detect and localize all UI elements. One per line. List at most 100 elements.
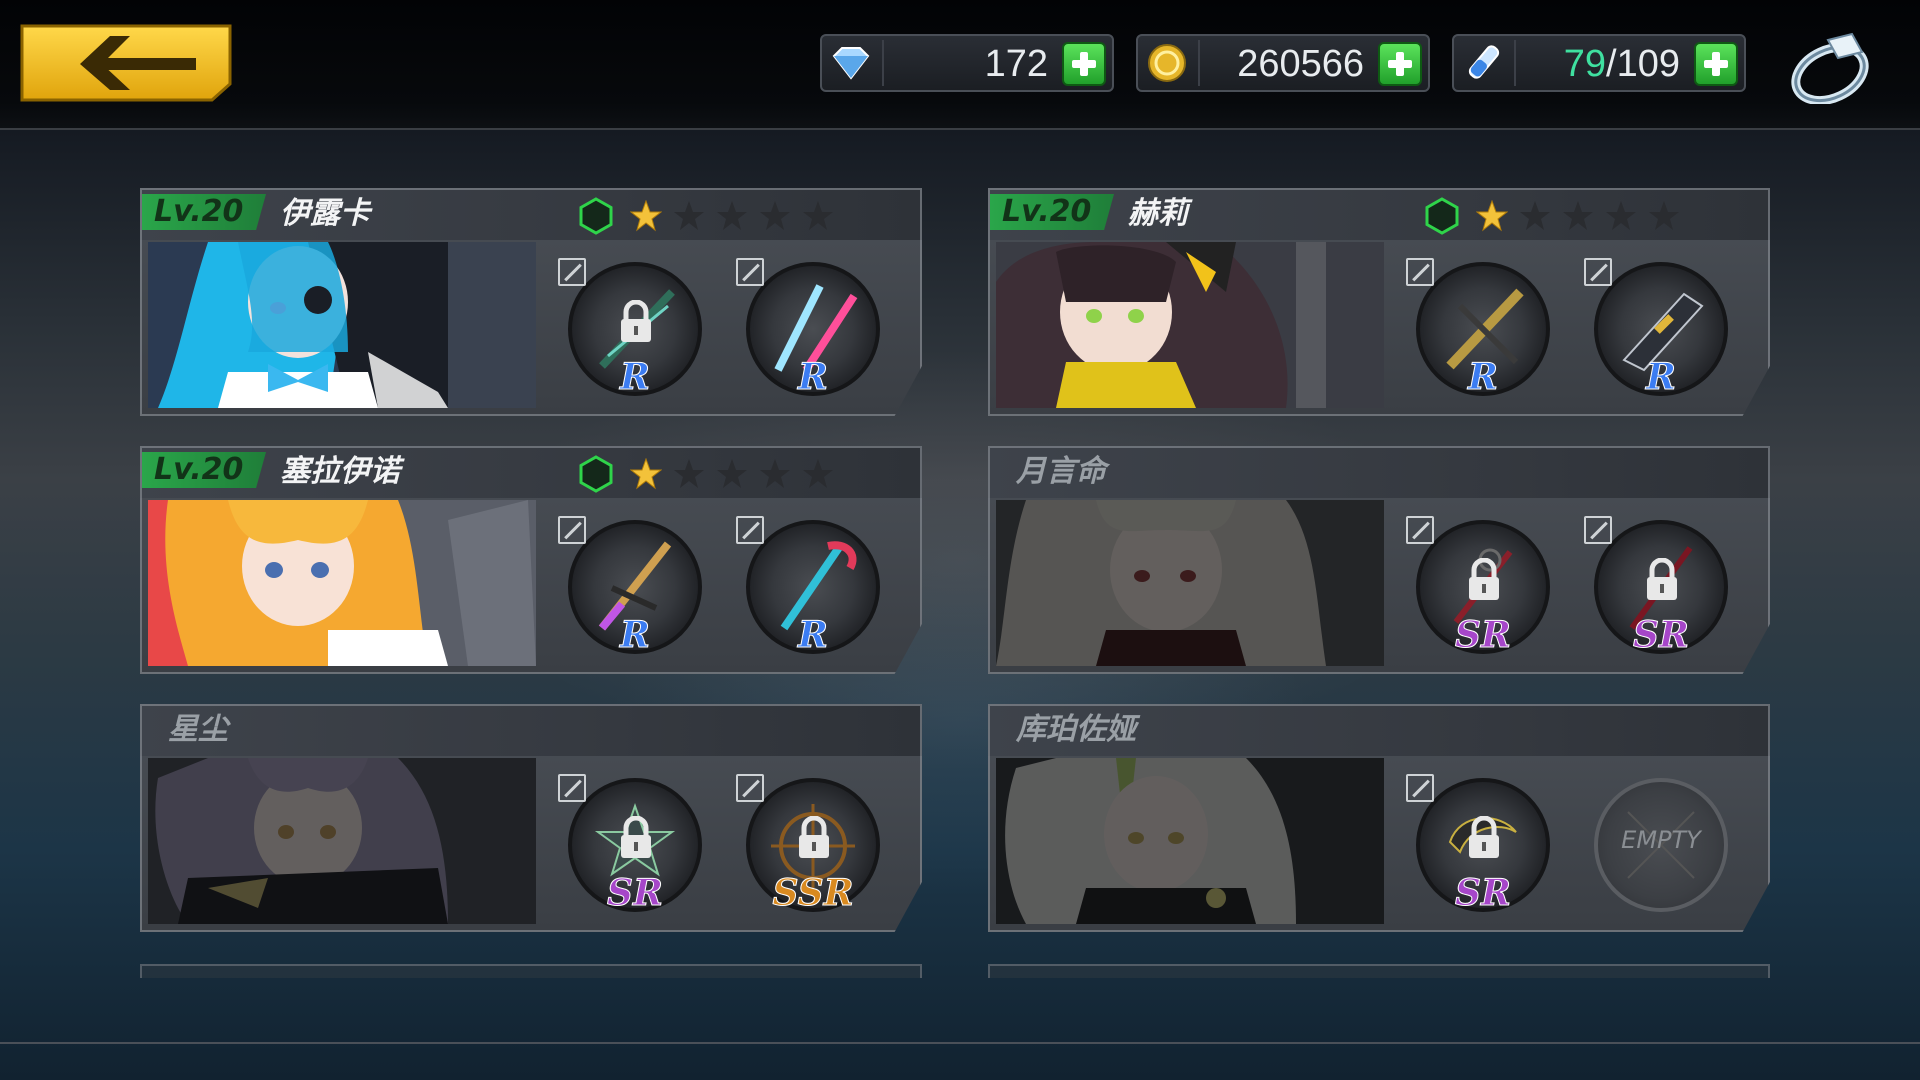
edit-weapon-button[interactable]	[1406, 516, 1434, 544]
lock-icon	[1647, 558, 1677, 600]
star-empty-icon	[1563, 201, 1593, 230]
hexagon-badge-icon	[579, 197, 613, 235]
weapon-slot-2[interactable]: R	[736, 516, 886, 666]
star-empty-icon	[717, 201, 747, 230]
star-filled-icon	[630, 458, 662, 490]
level-badge: Lv.20	[142, 452, 266, 488]
add-stamina-button[interactable]	[1694, 42, 1738, 86]
character-name: 星尘	[168, 712, 228, 747]
edit-weapon-button[interactable]	[736, 774, 764, 802]
edit-weapon-button[interactable]	[736, 258, 764, 286]
stamina-counter: 79/109	[1452, 34, 1746, 92]
weapon-slot-1[interactable]: R	[558, 516, 708, 666]
diamond-value: 172	[984, 43, 1048, 85]
star-empty-icon	[674, 201, 704, 230]
level-badge: Lv.20	[142, 194, 266, 230]
locked-overlay	[996, 500, 1384, 666]
add-gold-button[interactable]	[1378, 42, 1422, 86]
edit-weapon-button[interactable]	[1406, 258, 1434, 286]
top-bar: 172 260566 79/109	[0, 0, 1920, 130]
character-name: 赫莉	[1128, 196, 1188, 231]
character-card-yueyanming[interactable]: 月言命 SR SR	[988, 446, 1770, 674]
edit-weapon-button[interactable]	[1584, 258, 1612, 286]
weapon-slot-2[interactable]: R	[1584, 258, 1734, 408]
lock-icon	[1469, 558, 1499, 600]
star-rating	[576, 196, 836, 236]
weapon-rarity: SR	[1455, 614, 1512, 657]
character-portrait	[996, 758, 1384, 924]
star-empty-icon	[674, 459, 704, 488]
character-card-xingchen[interactable]: 星尘 SR SSR	[140, 704, 922, 932]
hexagon-badge-icon	[579, 455, 613, 493]
character-card-kupozuoya[interactable]: 库珀佐娅 SR EMPTY	[988, 704, 1770, 932]
weapon-slot-1[interactable]: SR	[1406, 516, 1556, 666]
bottom-divider	[0, 1042, 1920, 1044]
character-portrait	[996, 242, 1384, 408]
next-card-peek	[140, 964, 922, 978]
character-portrait	[148, 500, 536, 666]
card-header	[140, 704, 922, 756]
diamond-icon	[832, 47, 870, 80]
stamina-vial-icon	[1468, 45, 1500, 79]
edit-weapon-button[interactable]	[558, 516, 586, 544]
weapon-slot-1[interactable]: SR	[1406, 774, 1556, 924]
diamond-counter: 172	[820, 34, 1114, 92]
weapon-rarity: SSR	[772, 872, 854, 915]
edit-weapon-button[interactable]	[1584, 516, 1612, 544]
level-badge: Lv.20	[990, 194, 1114, 230]
stamina-current: 79	[1563, 43, 1607, 85]
lock-icon	[799, 816, 829, 858]
star-rating	[1422, 196, 1682, 236]
locked-overlay	[148, 758, 536, 924]
star-empty-icon	[760, 459, 790, 488]
weapon-rarity: R	[620, 614, 651, 657]
lock-icon	[621, 300, 651, 342]
empty-label: EMPTY	[1621, 826, 1701, 854]
separator	[882, 40, 884, 86]
stamina-separator: /	[1606, 43, 1617, 85]
character-name: 塞拉伊诺	[280, 454, 400, 489]
ring-icon[interactable]	[1788, 28, 1872, 104]
weapon-rarity: SR	[607, 872, 664, 915]
edit-weapon-button[interactable]	[558, 774, 586, 802]
gold-value: 260566	[1237, 43, 1364, 85]
locked-overlay	[996, 758, 1384, 924]
edit-weapon-button[interactable]	[558, 258, 586, 286]
weapon-slot-2[interactable]: R	[736, 258, 886, 408]
lock-icon	[621, 816, 651, 858]
weapon-rarity: R	[798, 614, 829, 657]
weapon-slot-empty[interactable]: EMPTY	[1584, 774, 1734, 924]
separator	[1514, 40, 1516, 86]
star-empty-icon	[1649, 201, 1679, 230]
separator	[1198, 40, 1200, 86]
edit-weapon-button[interactable]	[1406, 774, 1434, 802]
back-arrow-icon	[20, 24, 232, 102]
character-portrait	[148, 242, 536, 408]
next-card-peek	[988, 964, 1770, 978]
character-card-heli[interactable]: Lv.20 赫莉 R R	[988, 188, 1770, 416]
edit-weapon-button[interactable]	[736, 516, 764, 544]
character-portrait	[996, 500, 1384, 666]
weapon-rarity: R	[1646, 356, 1677, 399]
star-empty-icon	[803, 459, 833, 488]
back-button[interactable]	[18, 22, 234, 102]
weapon-slot-1[interactable]: SR	[558, 774, 708, 924]
character-portrait	[148, 758, 536, 924]
star-empty-icon	[1520, 201, 1550, 230]
weapon-slot-1[interactable]: R	[558, 258, 708, 408]
weapon-slot-2[interactable]: SSR	[736, 774, 886, 924]
character-name: 伊露卡	[280, 196, 370, 231]
character-card-celaeno[interactable]: Lv.20 塞拉伊诺 R R	[140, 446, 922, 674]
add-diamond-button[interactable]	[1062, 42, 1106, 86]
stamina-max: 109	[1616, 43, 1680, 85]
character-card-ilulu[interactable]: Lv.20 伊露卡 R R	[140, 188, 922, 416]
weapon-slot-1[interactable]: R	[1406, 258, 1556, 408]
weapon-rarity: R	[1468, 356, 1499, 399]
weapon-slot-2[interactable]: SR	[1584, 516, 1734, 666]
weapon-rarity: R	[620, 356, 651, 399]
weapon-rarity: SR	[1633, 614, 1690, 657]
character-name: 月言命	[1016, 454, 1106, 489]
weapon-rarity: R	[798, 356, 829, 399]
stamina-value: 79/109	[1564, 40, 1680, 88]
lock-icon	[1469, 816, 1499, 858]
